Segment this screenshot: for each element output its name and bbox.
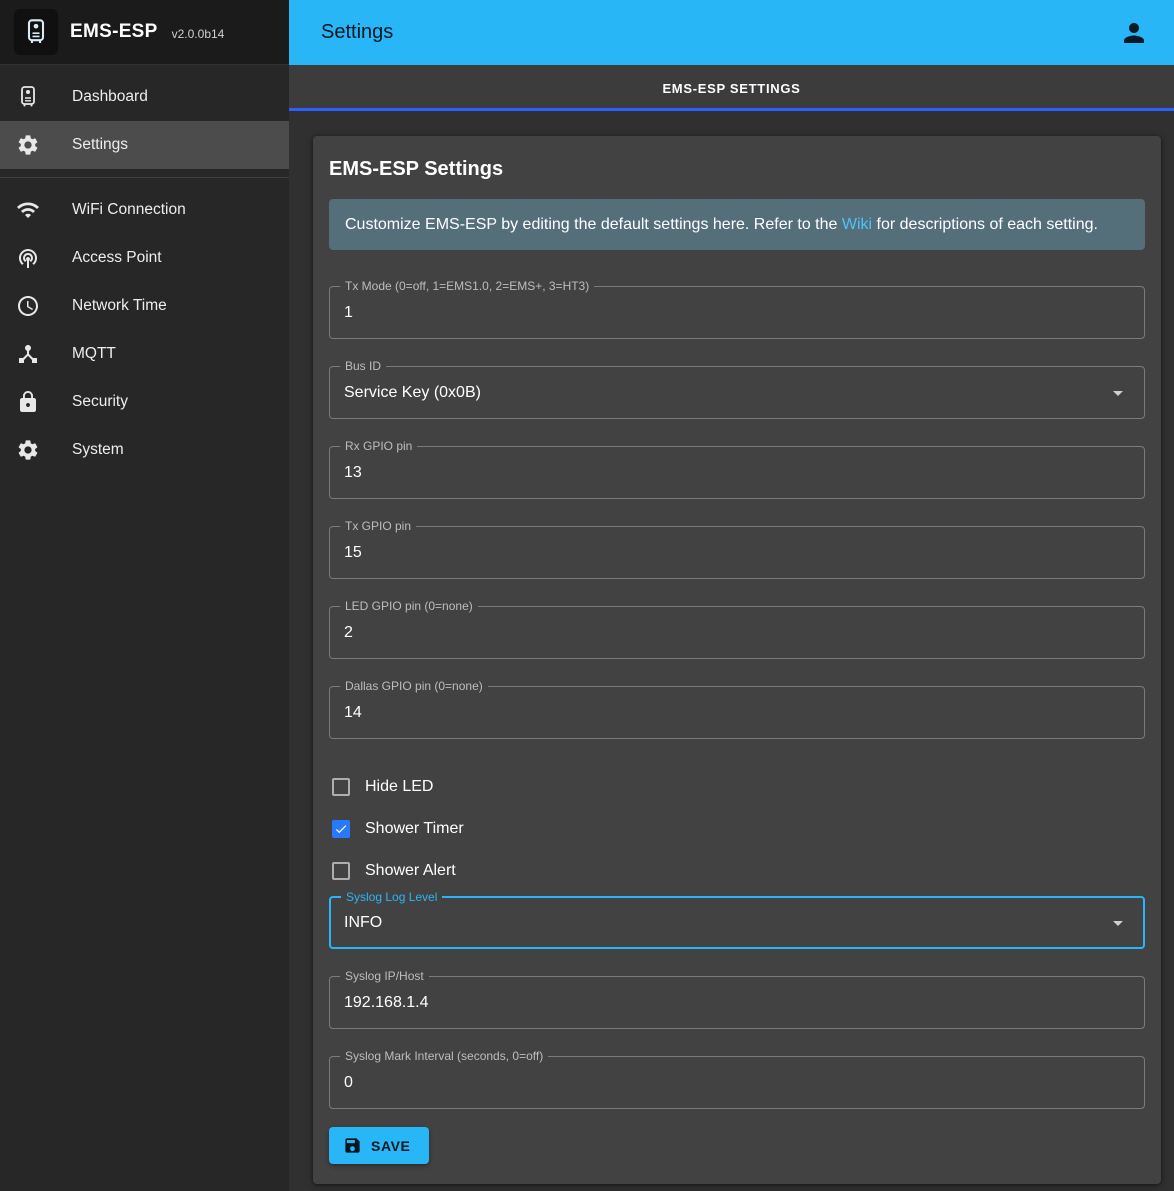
main-area: Settings EMS-ESP SETTINGS EMS-ESP Settin… [289, 0, 1174, 1191]
field-syslog-mark-interval: Syslog Mark Interval (seconds, 0=off) [329, 1056, 1145, 1109]
hide-led-row[interactable]: Hide LED [329, 766, 1145, 808]
shower-alert-checkbox[interactable] [332, 862, 350, 880]
sidebar-item-label: Dashboard [72, 88, 148, 106]
sidebar: EMS-ESP v2.0.0b14 Dashboard Settings [0, 0, 289, 1191]
info-text: Customize EMS-ESP by editing the default… [345, 216, 842, 233]
sidebar-item-security[interactable]: Security [0, 378, 289, 426]
field-tx-gpio: Tx GPIO pin [329, 526, 1145, 579]
brand-version: v2.0.0b14 [172, 23, 225, 41]
select-value: INFO [344, 914, 1106, 932]
page-title: Settings [321, 21, 1114, 44]
bus-id-select[interactable]: Bus ID Service Key (0x0B) [329, 366, 1145, 419]
tx-mode-input[interactable] [344, 304, 1130, 322]
sidebar-item-system[interactable]: System [0, 426, 289, 474]
sidebar-item-label: WiFi Connection [72, 201, 186, 219]
gear-icon [16, 133, 40, 157]
field-label: Rx GPIO pin [340, 439, 417, 454]
shower-timer-row[interactable]: Shower Timer [329, 808, 1145, 850]
tx-gpio-input[interactable] [344, 544, 1130, 562]
field-label: Bus ID [340, 359, 386, 374]
sidebar-item-dashboard[interactable]: Dashboard [0, 73, 289, 121]
field-syslog-host: Syslog IP/Host [329, 976, 1145, 1029]
field-label: Tx Mode (0=off, 1=EMS1.0, 2=EMS+, 3=HT3) [340, 279, 594, 294]
tab-ems-esp-settings[interactable]: EMS-ESP SETTINGS [662, 81, 800, 96]
save-button[interactable]: SAVE [329, 1127, 429, 1164]
save-row: SAVE [329, 1127, 1145, 1168]
save-button-label: SAVE [371, 1138, 411, 1154]
field-label: Syslog IP/Host [340, 969, 429, 984]
sidebar-item-label: MQTT [72, 345, 116, 363]
card-title: EMS-ESP Settings [329, 158, 1145, 181]
field-label: Syslog Log Level [341, 890, 442, 905]
field-label: LED GPIO pin (0=none) [340, 599, 478, 614]
sidebar-item-label: Settings [72, 136, 128, 154]
settings-card: EMS-ESP Settings Customize EMS-ESP by ed… [313, 136, 1161, 1184]
checkbox-label: Shower Alert [365, 862, 456, 880]
system-gear-icon [16, 438, 40, 462]
chevron-down-icon [1106, 381, 1130, 405]
checkbox-label: Hide LED [365, 778, 433, 796]
syslog-level-select[interactable]: Syslog Log Level INFO [329, 896, 1145, 949]
field-led-gpio: LED GPIO pin (0=none) [329, 606, 1145, 659]
syslog-mark-interval-input[interactable] [344, 1074, 1130, 1092]
sidebar-item-label: Access Point [72, 249, 162, 267]
syslog-host-input[interactable] [344, 994, 1130, 1012]
save-icon [343, 1136, 362, 1155]
info-text: for descriptions of each setting. [872, 216, 1098, 233]
checkbox-label: Shower Timer [365, 820, 464, 838]
select-value: Service Key (0x0B) [344, 384, 1106, 402]
sidebar-item-settings[interactable]: Settings [0, 121, 289, 169]
lock-icon [16, 390, 40, 414]
sidebar-item-label: Security [72, 393, 128, 411]
shower-timer-checkbox[interactable] [332, 820, 350, 838]
check-icon [334, 821, 348, 837]
shower-alert-row[interactable]: Shower Alert [329, 850, 1145, 892]
field-tx-mode: Tx Mode (0=off, 1=EMS1.0, 2=EMS+, 3=HT3) [329, 286, 1145, 339]
wifi-icon [16, 198, 40, 222]
app-window: EMS-ESP v2.0.0b14 Dashboard Settings [0, 0, 1174, 1191]
info-banner: Customize EMS-ESP by editing the default… [329, 199, 1145, 250]
sidebar-item-network-time[interactable]: Network Time [0, 282, 289, 330]
content-scroll-area: EMS-ESP Settings Customize EMS-ESP by ed… [289, 111, 1174, 1191]
field-rx-gpio: Rx GPIO pin [329, 446, 1145, 499]
checkbox-group: Hide LED Shower Timer Shower Alert [329, 766, 1145, 892]
field-label: Dallas GPIO pin (0=none) [340, 679, 488, 694]
mqtt-icon [16, 342, 40, 366]
tab-indicator [289, 108, 1174, 111]
sidebar-item-access-point[interactable]: Access Point [0, 234, 289, 282]
ems-esp-logo-icon [14, 9, 58, 55]
rx-gpio-input[interactable] [344, 464, 1130, 482]
account-button[interactable] [1114, 13, 1154, 53]
tab-bar: EMS-ESP SETTINGS [289, 65, 1174, 111]
field-label: Syslog Mark Interval (seconds, 0=off) [340, 1049, 548, 1064]
access-point-icon [16, 246, 40, 270]
person-icon [1119, 18, 1149, 48]
led-gpio-input[interactable] [344, 624, 1130, 642]
appbar: Settings [289, 0, 1174, 65]
brand-name: EMS-ESP [70, 21, 158, 43]
sidebar-item-label: Network Time [72, 297, 167, 315]
sidebar-item-wifi-connection[interactable]: WiFi Connection [0, 186, 289, 234]
hide-led-checkbox[interactable] [332, 778, 350, 796]
sidebar-divider [0, 177, 289, 178]
sidebar-nav: Dashboard Settings WiFi Connection Acc [0, 65, 289, 474]
chevron-down-icon [1106, 911, 1130, 935]
clock-icon [16, 294, 40, 318]
brand-header: EMS-ESP v2.0.0b14 [0, 0, 289, 65]
field-label: Tx GPIO pin [340, 519, 416, 534]
sidebar-item-label: System [72, 441, 124, 459]
sidebar-item-mqtt[interactable]: MQTT [0, 330, 289, 378]
field-dallas-gpio: Dallas GPIO pin (0=none) [329, 686, 1145, 739]
wiki-link[interactable]: Wiki [842, 216, 872, 233]
dashboard-icon [16, 85, 40, 109]
dallas-gpio-input[interactable] [344, 704, 1130, 722]
